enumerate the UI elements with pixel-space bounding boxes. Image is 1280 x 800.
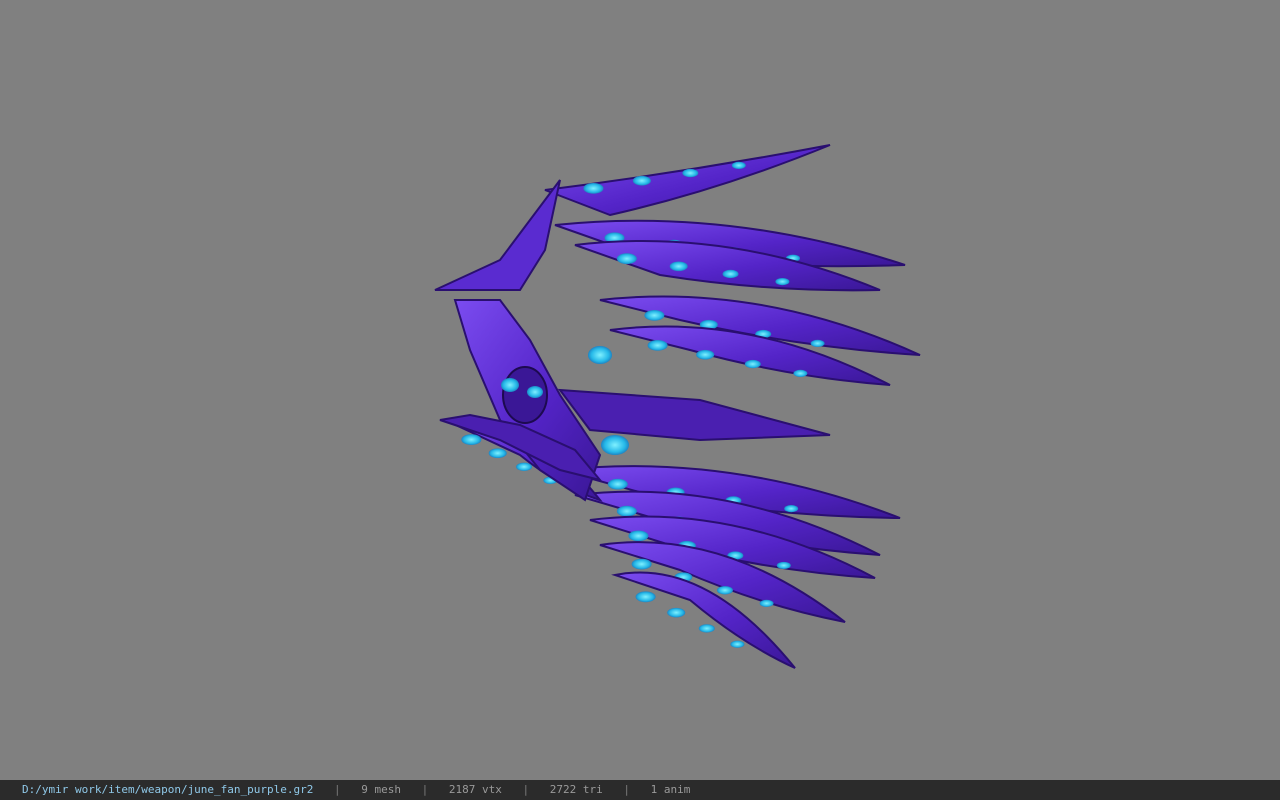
blade-glow-slot <box>644 309 665 321</box>
blade-glow-slot <box>516 462 533 471</box>
blade-glow-slot <box>722 269 739 279</box>
blade-glow-slot <box>775 278 790 286</box>
blade-glow-slot <box>616 505 637 517</box>
blade-glow-slot <box>784 505 799 513</box>
status-bar: D:/ymir work/item/weapon/june_fan_purple… <box>0 780 1280 800</box>
separator: | <box>334 783 341 796</box>
blade-glow-slot <box>793 369 808 377</box>
blade-glow-slot <box>698 624 715 633</box>
blade-glow-slot <box>776 561 791 570</box>
separator: | <box>522 783 530 796</box>
blade-glow-slot <box>810 339 825 347</box>
blade-glow-slot <box>635 591 656 603</box>
blade-glow-slot <box>647 339 668 351</box>
blade-glow-slot <box>632 175 651 186</box>
blade-glow-slot <box>716 586 733 595</box>
blade-glow-slot <box>461 434 482 445</box>
fan-blade <box>544 144 831 217</box>
animation-count-text: 1 anim <box>650 783 691 796</box>
blade-glow-slot <box>730 640 745 648</box>
blade-glow-slot <box>759 599 774 607</box>
blade-glow-slot <box>631 558 652 570</box>
mesh-count-text: 9 mesh <box>361 783 402 796</box>
fan-weapon-model[interactable] <box>0 0 1280 780</box>
blade-glow-slot <box>607 478 628 490</box>
blade-glow-slot <box>667 607 686 618</box>
file-path-text: D:/ymir work/item/weapon/june_fan_purple… <box>22 783 314 796</box>
triangle-count-text: 2722 tri <box>549 783 603 796</box>
blade-glow-slot <box>669 261 688 272</box>
blade-glow-slot <box>731 161 746 169</box>
blade-glow-slot <box>744 359 761 369</box>
3d-viewport[interactable] <box>0 0 1280 780</box>
vertex-count-text: 2187 vtx <box>448 783 502 796</box>
blade-glow-slot <box>616 253 637 265</box>
blade-glow-slot <box>488 448 507 459</box>
blade-glow-slot <box>583 182 604 194</box>
blade-glow-slot <box>696 349 715 360</box>
separator: | <box>623 783 630 796</box>
separator: | <box>421 783 429 796</box>
blade-glow-slot <box>682 168 699 178</box>
blade-glow-slot <box>628 530 649 542</box>
